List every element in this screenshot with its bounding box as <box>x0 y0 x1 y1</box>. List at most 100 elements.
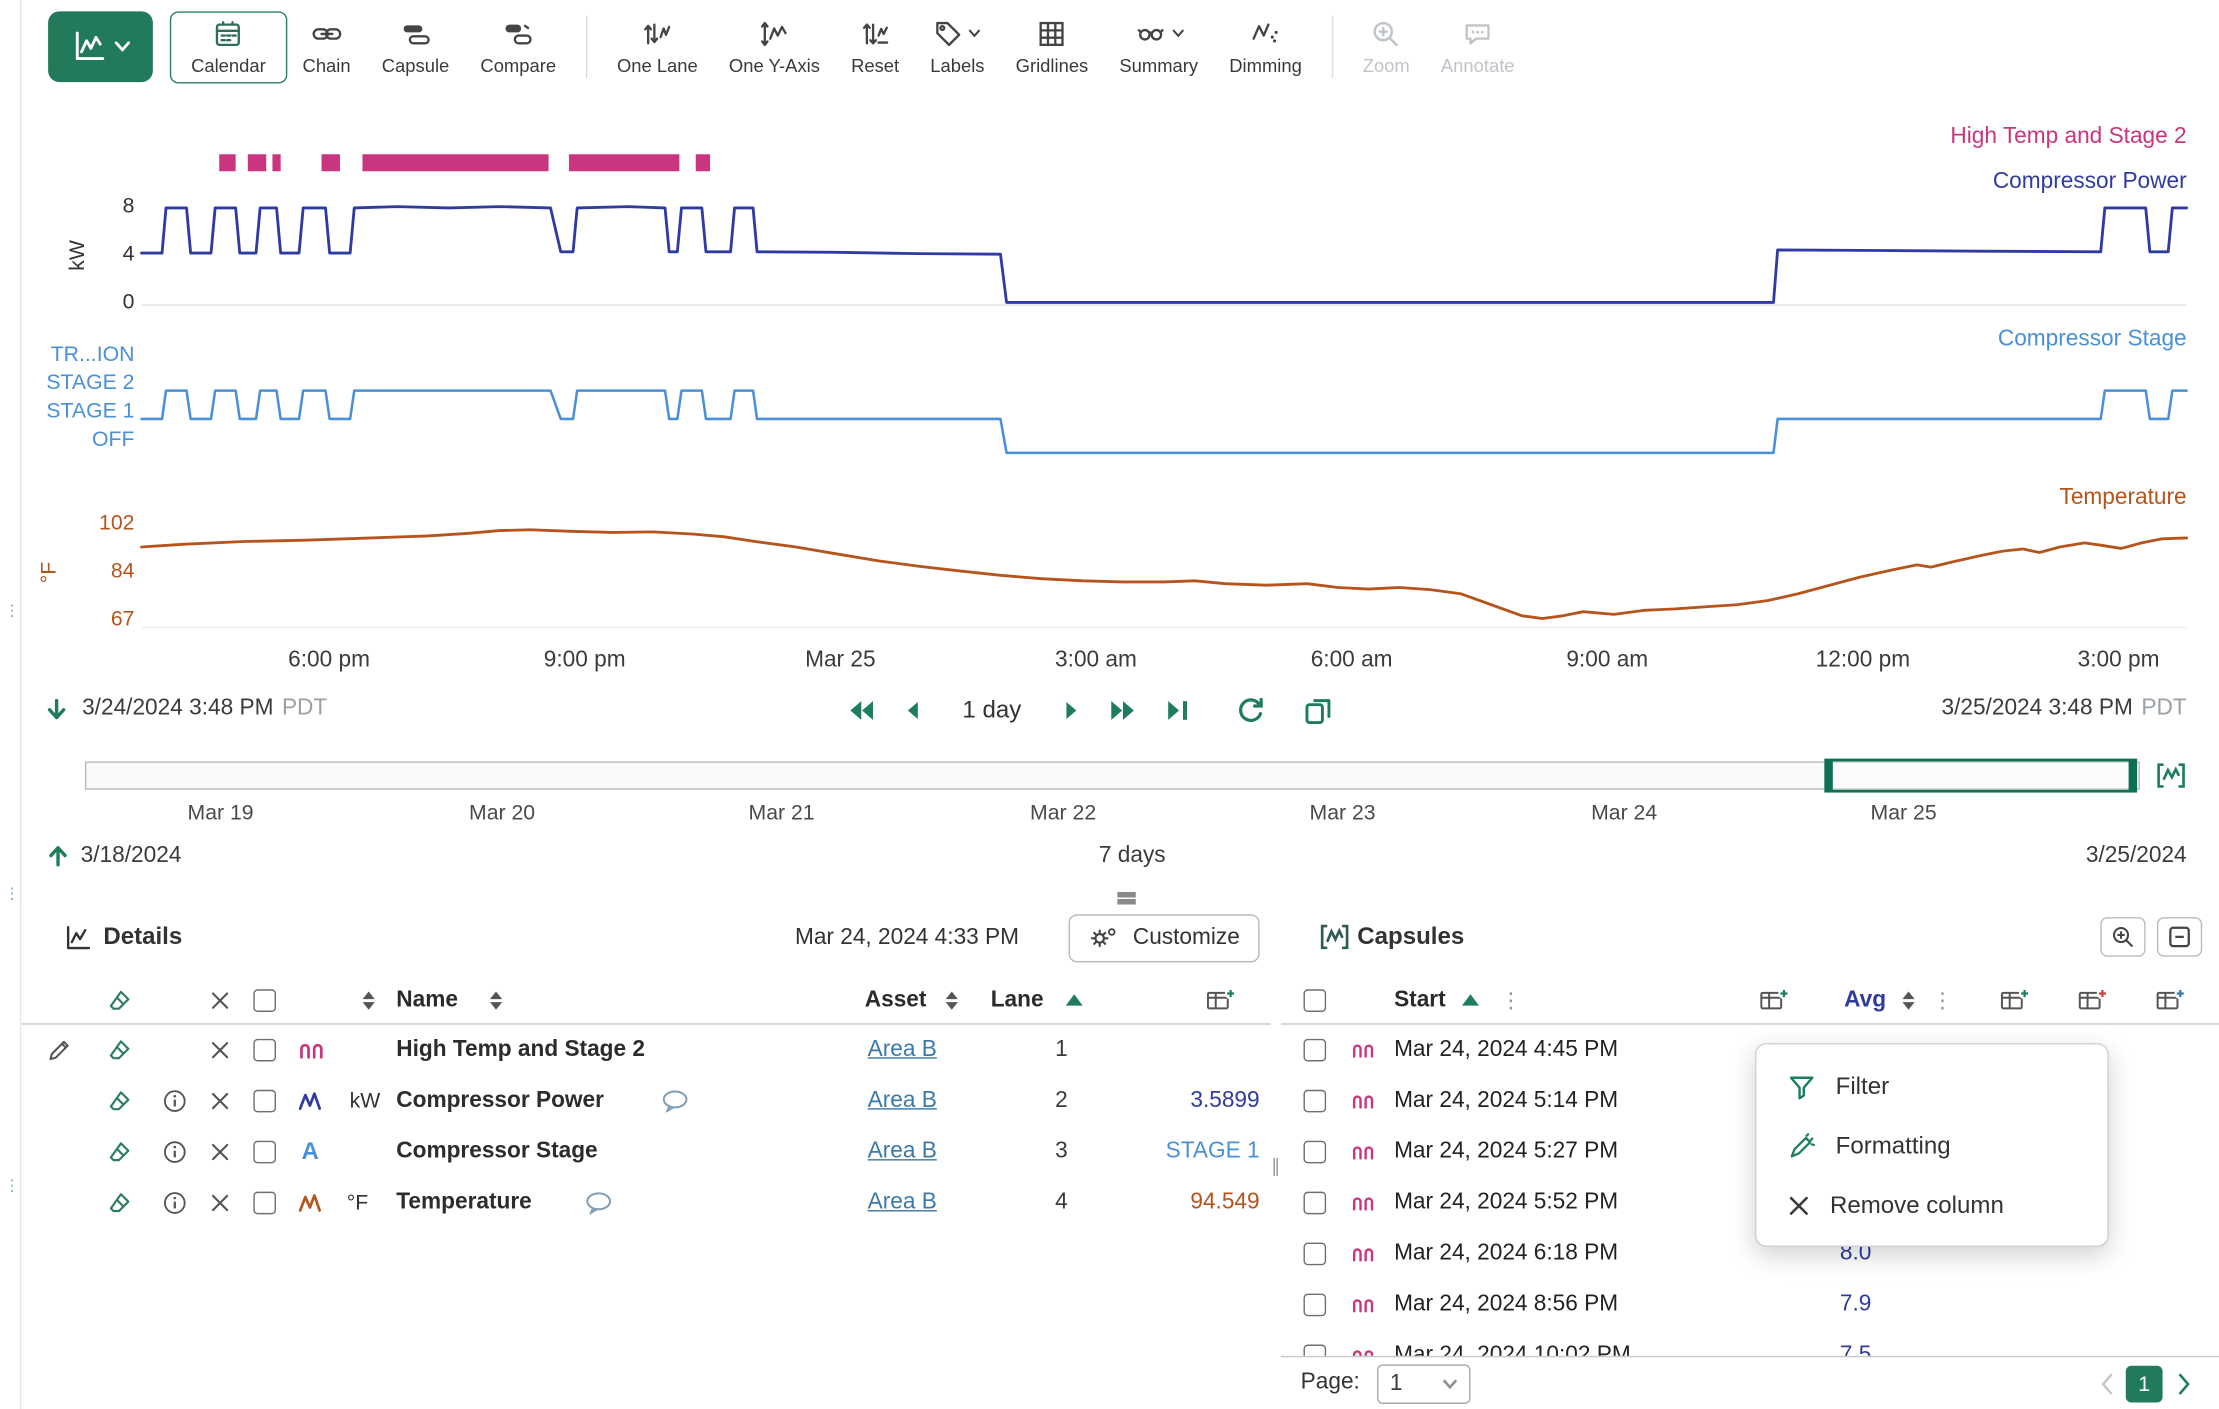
asset-link[interactable]: Area B <box>856 1190 948 1215</box>
overview-selection-window[interactable] <box>1825 759 2137 793</box>
menu-item-remove-column[interactable]: Remove column <box>1756 1176 2107 1235</box>
trend-view-button[interactable] <box>48 11 153 82</box>
info-icon[interactable] <box>163 1140 187 1164</box>
remove-ic on[interactable] <box>209 1141 230 1162</box>
row-checkbox[interactable] <box>1303 1090 1326 1113</box>
series-label-condition[interactable]: High Temp and Stage 2 <box>1950 125 2186 150</box>
toolbar-item-summary[interactable]: Summary <box>1104 12 1214 81</box>
menu-item-filter[interactable]: Filter <box>1756 1057 2107 1116</box>
column-header-start[interactable]: Start <box>1394 987 1446 1012</box>
sort-icon[interactable] <box>488 989 504 1010</box>
remove-icon[interactable] <box>209 1040 230 1061</box>
remove-icon[interactable] <box>209 1192 230 1213</box>
collapse-panel-button[interactable] <box>2157 917 2202 957</box>
vertical-splitter-handle[interactable]: ∥ <box>1270 906 1281 1409</box>
current-page-badge[interactable]: 1 <box>2126 1366 2163 1403</box>
step-forward-icon[interactable] <box>1057 695 1085 726</box>
zoom-to-capsule-button[interactable] <box>2100 917 2145 957</box>
add-column-icon[interactable] <box>2078 986 2109 1014</box>
range-duration[interactable]: 1 day <box>962 696 1021 724</box>
item-name[interactable]: Temperature <box>396 1190 531 1215</box>
investigate-end-date[interactable]: 3/25/2024 <box>2086 844 2187 869</box>
asset-link[interactable]: Area B <box>856 1139 948 1164</box>
overview-capsule-icon[interactable] <box>2154 760 2188 791</box>
item-name[interactable]: Compressor Power <box>396 1088 604 1113</box>
add-column-icon[interactable] <box>1759 986 1790 1014</box>
row-checkbox[interactable] <box>1303 1192 1326 1215</box>
add-column-icon[interactable] <box>2156 986 2187 1014</box>
toolbar-item-reset[interactable]: Reset <box>836 12 915 81</box>
add-column-icon[interactable] <box>2000 986 2031 1014</box>
refresh-icon[interactable] <box>1234 694 1267 727</box>
overview-timeline-track[interactable] <box>85 761 2140 789</box>
horizontal-splitter-handle[interactable]: ▬▬ <box>1108 887 1145 904</box>
details-row-signal[interactable]: °F Temperature Area B 4 94.549 <box>21 1178 1271 1229</box>
series-label-compressor-stage[interactable]: Compressor Stage <box>1998 327 2187 352</box>
edit-pencil-icon[interactable] <box>47 1037 72 1062</box>
column-header-lane[interactable]: Lane <box>991 987 1044 1012</box>
row-checkbox[interactable] <box>253 1039 276 1062</box>
sort-icon[interactable] <box>944 989 960 1010</box>
eraser-icon[interactable] <box>106 1139 133 1166</box>
details-row-signal[interactable]: A Compressor Stage Area B 3 STAGE 1 <box>21 1127 1271 1178</box>
panel-handle-icon[interactable]: ⋮ <box>4 1183 20 1189</box>
column-menu-icon[interactable]: ⋮ <box>1500 987 1521 1012</box>
export-down-arrow-icon[interactable] <box>42 695 70 726</box>
add-column-icon[interactable] <box>1206 986 1237 1014</box>
eraser-icon[interactable] <box>106 1088 133 1115</box>
eraser-icon[interactable] <box>106 1037 133 1064</box>
row-checkbox[interactable] <box>1303 1243 1326 1266</box>
investigate-up-arrow-icon[interactable] <box>44 839 72 870</box>
sort-asc-icon[interactable] <box>1066 994 1083 1007</box>
sort-asc-icon[interactable] <box>1462 994 1479 1007</box>
panel-handle-icon[interactable]: ⋮ <box>4 892 20 898</box>
asset-link[interactable]: Area B <box>856 1037 948 1062</box>
series-label-temperature[interactable]: Temperature <box>2060 485 2187 510</box>
toolbar-item-capsule[interactable]: Capsule <box>366 12 465 81</box>
row-checkbox[interactable] <box>253 1141 276 1164</box>
column-header-name[interactable]: Name <box>396 987 458 1012</box>
range-start[interactable]: 3/24/2024 3:48 PMPDT <box>82 696 327 721</box>
copy-range-icon[interactable] <box>1302 694 1335 727</box>
item-name[interactable]: Compressor Stage <box>396 1139 597 1164</box>
toolbar-item-labels[interactable]: Labels <box>915 12 1000 81</box>
next-page-icon[interactable] <box>2177 1373 2191 1396</box>
trend-chart-area[interactable]: High Temp and Stage 2 Compressor Power C… <box>0 93 2219 687</box>
item-name[interactable]: High Temp and Stage 2 <box>396 1037 645 1062</box>
row-checkbox[interactable] <box>253 1090 276 1113</box>
remove-all-icon[interactable] <box>209 989 230 1010</box>
range-end[interactable]: 3/25/2024 3:48 PMPDT <box>1941 696 2186 721</box>
toolbar-item-chain[interactable]: Chain <box>287 12 366 81</box>
investigate-start-date[interactable]: 3/18/2024 <box>81 844 182 869</box>
step-back-full-icon[interactable] <box>844 695 878 726</box>
eraser-icon[interactable] <box>106 986 133 1013</box>
toolbar-item-dimming[interactable]: Dimming <box>1214 12 1318 81</box>
step-back-icon[interactable] <box>899 695 927 726</box>
toolbar-item-gridlines[interactable]: Gridlines <box>1000 12 1104 81</box>
comment-bubble-icon[interactable] <box>585 1192 613 1215</box>
eraser-icon[interactable] <box>106 1190 133 1217</box>
page-select[interactable]: 1 <box>1377 1364 1470 1404</box>
select-all-checkbox[interactable] <box>253 989 276 1012</box>
menu-item-formatting[interactable]: Formatting <box>1756 1117 2107 1176</box>
row-checkbox[interactable] <box>253 1192 276 1215</box>
asset-link[interactable]: Area B <box>856 1088 948 1113</box>
info-icon[interactable] <box>163 1089 187 1113</box>
step-to-end-icon[interactable] <box>1161 695 1192 726</box>
series-label-compressor-power[interactable]: Compressor Power <box>1993 170 2187 195</box>
customize-button[interactable]: Customize <box>1069 914 1259 962</box>
sort-icon[interactable] <box>361 989 377 1010</box>
remove-icon[interactable] <box>209 1090 230 1111</box>
step-forward-full-icon[interactable] <box>1106 695 1140 726</box>
capsule-row[interactable]: Mar 24, 2024 8:56 PM 7.9 <box>1281 1279 2219 1330</box>
select-all-checkbox[interactable] <box>1303 989 1326 1012</box>
row-checkbox[interactable] <box>1303 1294 1326 1317</box>
sort-icon[interactable] <box>1901 989 1917 1010</box>
comment-bubble-icon[interactable] <box>661 1090 689 1113</box>
details-row-signal[interactable]: kW Compressor Power Area B 2 3.5899 <box>21 1076 1271 1127</box>
column-menu-icon[interactable]: ⋮ <box>1932 987 1953 1012</box>
toolbar-item-calendar[interactable]: Calendar <box>170 11 287 83</box>
row-checkbox[interactable] <box>1303 1039 1326 1062</box>
column-header-avg[interactable]: Avg <box>1844 987 1886 1012</box>
investigate-duration[interactable]: 7 days <box>991 844 1274 869</box>
